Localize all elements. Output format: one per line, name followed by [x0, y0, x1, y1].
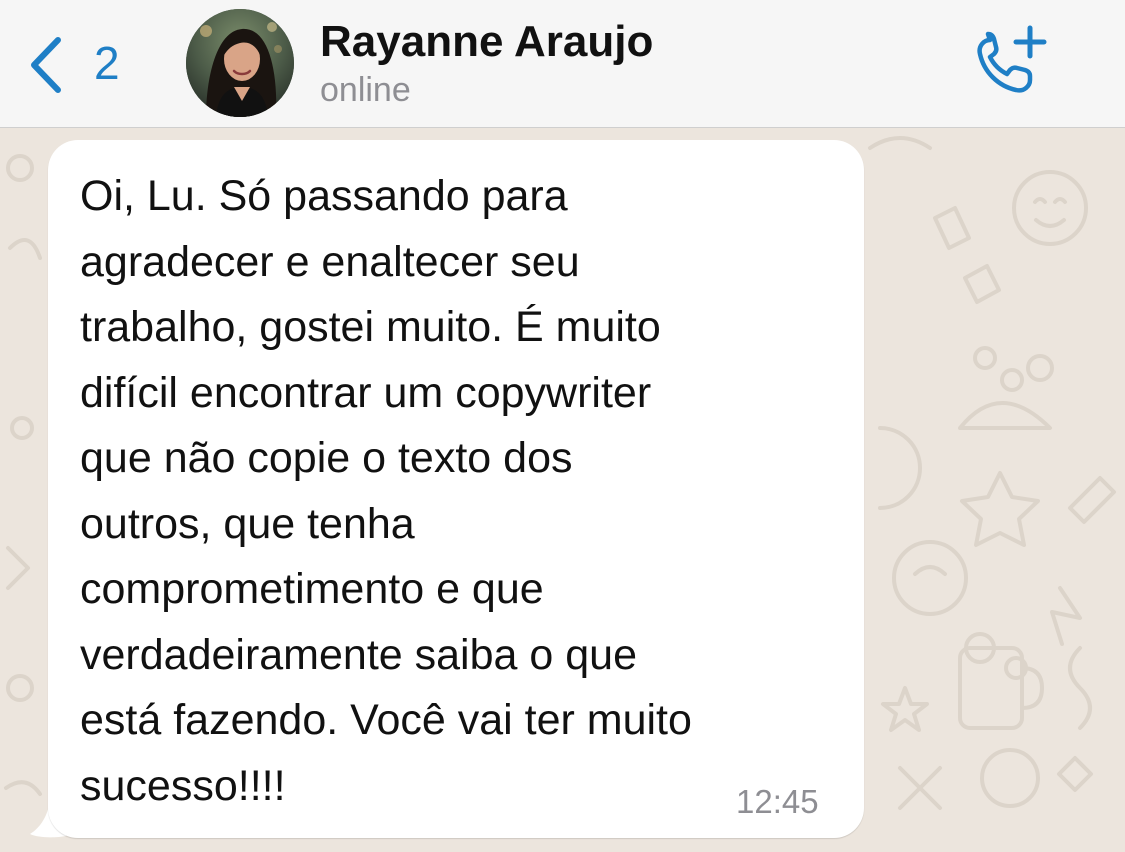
phone-add-icon — [977, 25, 1047, 93]
chat-header: 2 Rayanne Araujo online — [0, 0, 1125, 128]
unread-count: 2 — [94, 37, 120, 89]
chat-area[interactable]: Oi, Lu. Só passando para agradecer e ena… — [0, 128, 1125, 852]
back-button[interactable]: 2 — [20, 30, 130, 96]
contact-name[interactable]: Rayanne Araujo — [320, 16, 653, 68]
avatar-photo — [186, 9, 294, 117]
chevron-left-icon — [31, 37, 61, 93]
message-text: Oi, Lu. Só passando para agradecer e ena… — [80, 172, 692, 810]
add-call-button[interactable] — [968, 22, 1052, 102]
contact-status: online — [320, 71, 411, 109]
avatar[interactable] — [186, 9, 294, 117]
message-timestamp: 12:45 — [736, 783, 819, 820]
